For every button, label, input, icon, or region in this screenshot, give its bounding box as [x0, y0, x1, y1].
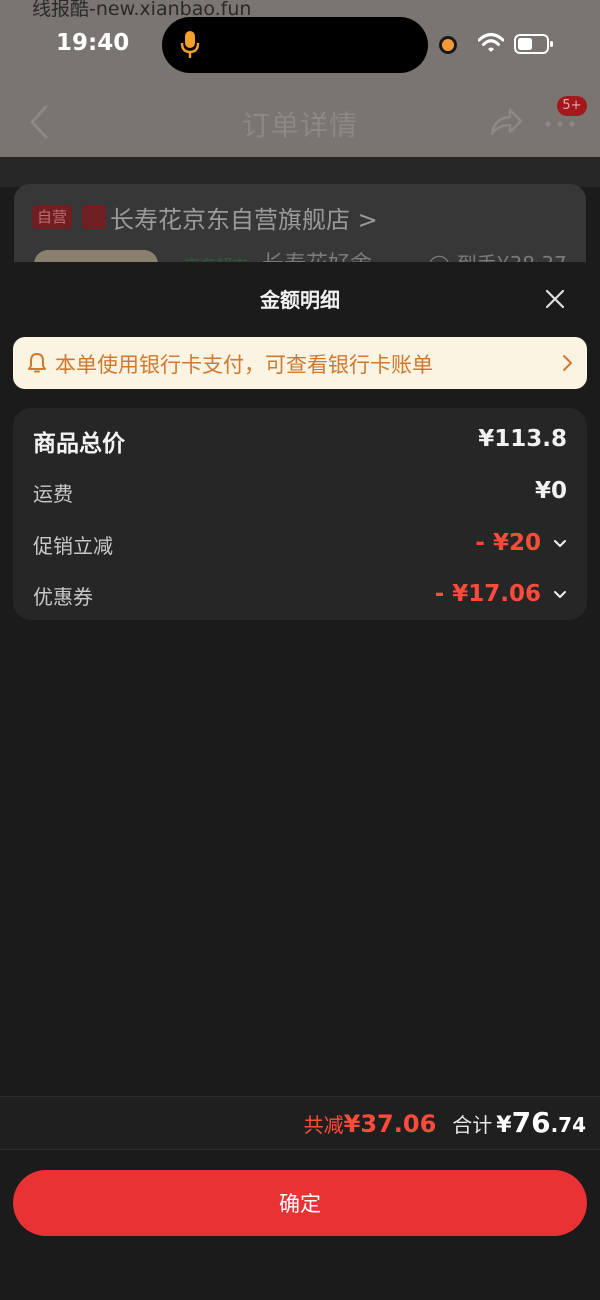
background-divider: [0, 157, 600, 187]
share-icon[interactable]: [488, 106, 524, 138]
saved-amount: ¥37.06: [343, 1110, 437, 1138]
sheet-title: 金额明细: [260, 288, 340, 312]
wifi-icon: [478, 33, 504, 52]
dynamic-island: [162, 17, 428, 73]
notice-text: 本单使用银行卡支付，可查看银行卡账单: [55, 353, 433, 377]
shipping-label: 运费: [33, 482, 73, 506]
shipping-value: ¥0: [534, 478, 567, 504]
row-promotion[interactable]: 促销立减 - ¥20: [13, 524, 587, 564]
total-label: 合计: [452, 1113, 493, 1137]
total-summary: 共减 ¥37.06 合计 ¥ 76 .74: [304, 1106, 586, 1139]
saved-label: 共减: [303, 1113, 344, 1137]
close-icon[interactable]: [540, 284, 570, 314]
price-breakdown-card: 商品总价 ¥113.8 运费 ¥0 促销立减 - ¥20 优惠券 - ¥17.0…: [13, 408, 587, 620]
total-amount-integer: 76: [511, 1106, 551, 1139]
coupon-value: - ¥17.06: [434, 581, 541, 607]
total-amount-decimal: .74: [550, 1113, 586, 1137]
status-time: 19:40: [56, 30, 130, 56]
row-goods-total: 商品总价 ¥113.8: [13, 420, 587, 460]
notification-badge: 5+: [557, 96, 587, 116]
promotion-label: 促销立减: [33, 534, 113, 558]
row-coupon[interactable]: 优惠券 - ¥17.06: [13, 575, 587, 615]
shop-icon: [82, 205, 106, 229]
privacy-indicator-icon: [442, 39, 454, 51]
promotion-value: - ¥20: [475, 530, 541, 556]
goods-total-value: ¥113.8: [478, 426, 567, 452]
coupon-label: 优惠券: [33, 585, 93, 609]
shop-name: 长寿花京东自营旗舰店 >: [110, 206, 378, 234]
chevron-down-icon[interactable]: [553, 539, 567, 549]
confirm-button[interactable]: 确定: [13, 1170, 587, 1236]
goods-total-label: 商品总价: [33, 431, 125, 457]
chevron-right-icon: [563, 355, 572, 371]
row-shipping: 运费 ¥0: [13, 472, 587, 512]
self-operated-tag: 自营: [32, 205, 73, 229]
order-detail-header-dimmed: 线报酷-new.xianbao.fun 19:40 订单详情 5+: [0, 0, 600, 157]
battery-icon: [514, 34, 553, 54]
chevron-down-icon[interactable]: [553, 590, 567, 600]
total-summary-bar: 共减 ¥37.06 合计 ¥ 76 .74: [0, 1096, 600, 1150]
bank-card-notice[interactable]: 本单使用银行卡支付，可查看银行卡账单: [13, 337, 587, 389]
total-currency: ¥: [496, 1113, 512, 1138]
microphone-icon: [180, 31, 200, 58]
bell-icon: [28, 353, 46, 373]
